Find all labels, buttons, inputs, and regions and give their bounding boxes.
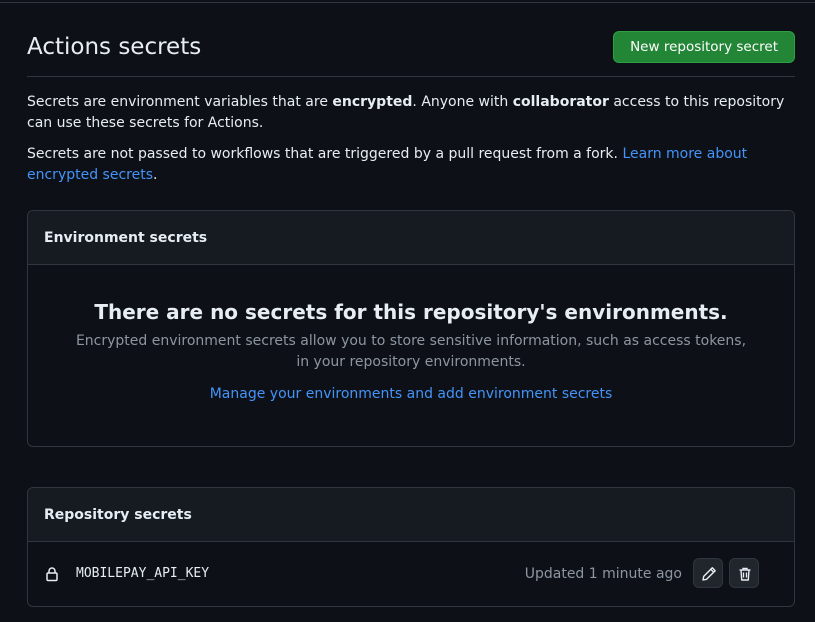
page-header: Actions secrets New repository secret	[27, 30, 795, 77]
intro-paragraph-1: Secrets are environment variables that a…	[27, 92, 787, 134]
repository-secrets-title: Repository secrets	[44, 507, 192, 523]
secret-name: MOBILEPAY_API_KEY	[76, 566, 210, 581]
environment-secrets-title: Environment secrets	[44, 230, 208, 246]
repository-secrets-header: Repository secrets	[28, 488, 794, 542]
intro-text: . Anyone with	[412, 94, 513, 110]
page-title: Actions secrets	[27, 34, 202, 60]
edit-secret-button[interactable]	[693, 558, 723, 588]
intro-text: .	[153, 167, 158, 183]
intro-paragraph-2: Secrets are not passed to workflows that…	[27, 144, 787, 186]
pencil-icon	[702, 567, 716, 581]
manage-environments-link[interactable]: Manage your environments and add environ…	[210, 386, 613, 402]
repository-secrets-box: Repository secrets MOBILEPAY_API_KEY Upd…	[27, 487, 795, 607]
intro-bold-encrypted: encrypted	[332, 94, 413, 110]
intro-text: Secrets are environment variables that a…	[27, 94, 333, 110]
intro-text: Secrets are not passed to workflows that…	[27, 146, 623, 162]
secret-updated-time: Updated 1 minute ago	[524, 566, 682, 582]
empty-state-title: There are no secrets for this repository…	[94, 300, 728, 324]
trash-icon	[739, 567, 751, 581]
lock-icon	[46, 567, 58, 582]
secret-row: MOBILEPAY_API_KEY Updated 1 minute ago	[28, 542, 794, 606]
empty-state-description: Encrypted environment secrets allow you …	[75, 333, 747, 370]
environment-secrets-box: Environment secrets There are no secrets…	[27, 210, 795, 447]
intro-bold-collaborator: collaborator	[512, 94, 609, 110]
delete-secret-button[interactable]	[729, 558, 759, 588]
environment-secrets-header: Environment secrets	[28, 211, 794, 265]
new-repository-secret-button[interactable]: New repository secret	[613, 31, 795, 63]
top-divider	[0, 2, 815, 3]
manage-environments-link-wrap: Manage your environments and add environ…	[28, 384, 794, 404]
